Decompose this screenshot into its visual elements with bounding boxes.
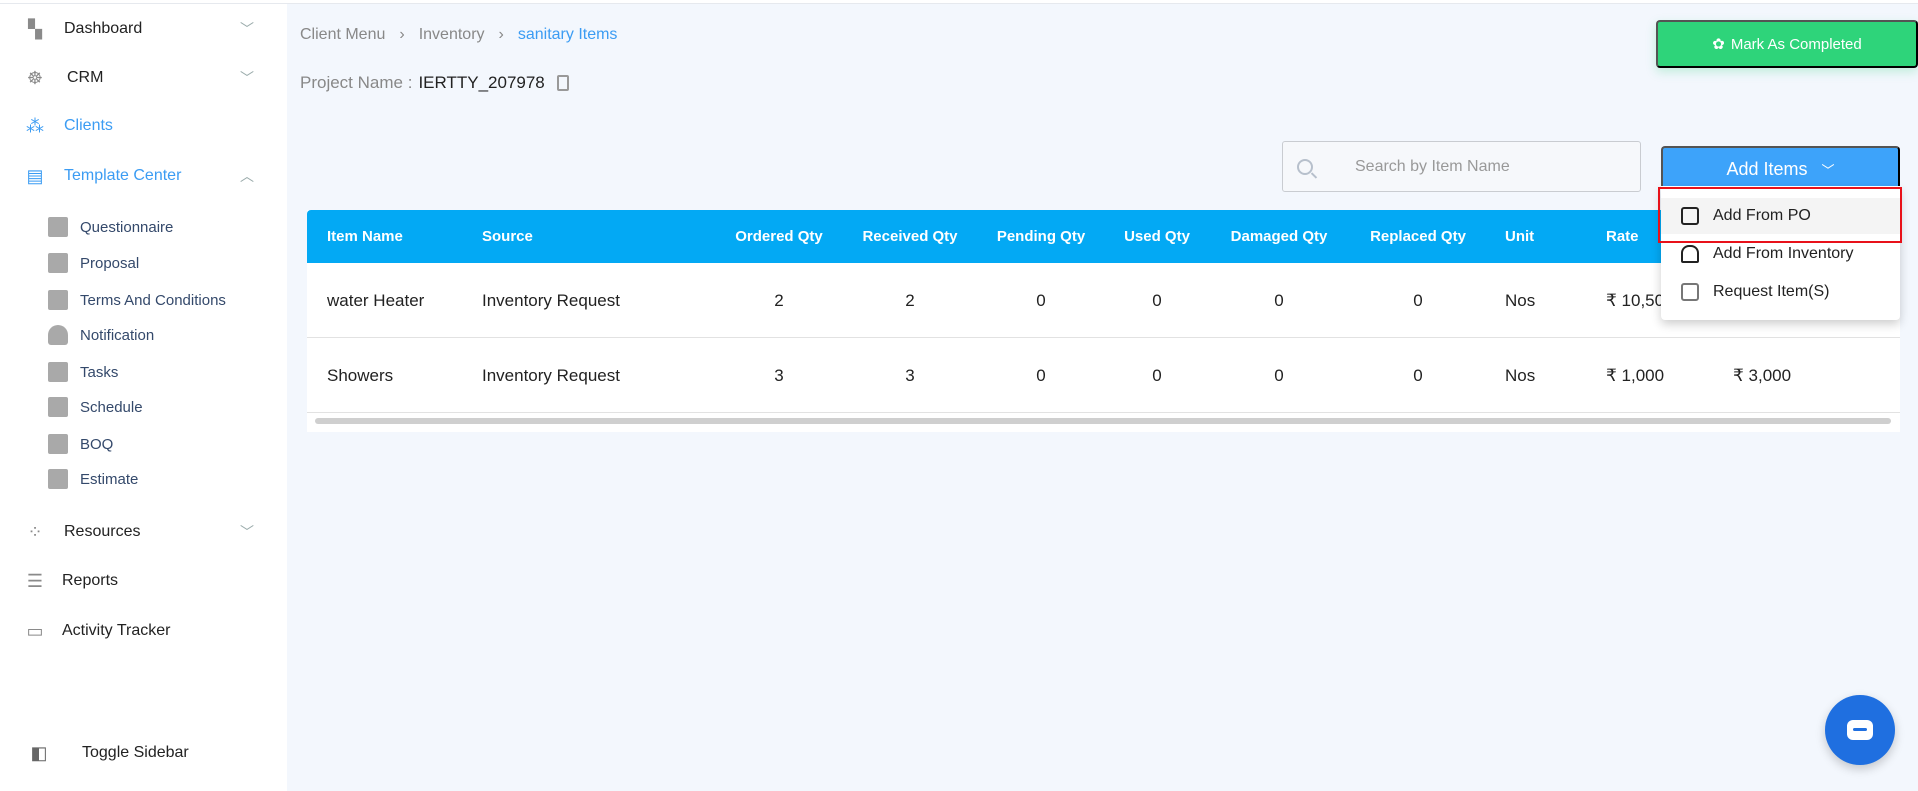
col-source: Source — [482, 228, 533, 245]
col-ordered-qty: Ordered Qty — [735, 228, 823, 245]
resources-icon: ⁘ — [27, 521, 43, 542]
chat-button[interactable] — [1825, 695, 1895, 765]
sidebar-item-clients[interactable]: ⁂ Clients — [0, 108, 287, 144]
col-rate: Rate — [1606, 228, 1639, 245]
col-item-name: Item Name — [327, 228, 403, 245]
horizontal-scrollbar[interactable] — [315, 418, 1891, 424]
col-replaced-qty: Replaced Qty — [1370, 228, 1466, 245]
breadcrumb: Client Menu › Inventory › sanitary Items — [300, 26, 617, 44]
dashboard-icon: ▚ — [28, 18, 42, 39]
sidebar-item-crm[interactable]: ☸ CRM ﹀ — [0, 60, 287, 96]
handshake-icon: ☸ — [26, 67, 44, 88]
sidebar-subitem-tasks[interactable]: Tasks — [48, 357, 118, 387]
menu-item-request-items[interactable]: Request Item(S) — [1661, 274, 1900, 310]
chevron-down-icon: ﹀ — [240, 70, 254, 86]
search-box — [1282, 141, 1641, 192]
chevron-up-icon: ︿ — [240, 168, 254, 184]
copy-icon[interactable] — [556, 75, 569, 91]
breadcrumb-current: sanitary Items — [517, 26, 618, 43]
mark-as-completed-button[interactable]: ✿ Mark As Completed — [1656, 20, 1918, 68]
col-unit: Unit — [1505, 228, 1535, 245]
chevron-right-icon: › — [399, 26, 405, 43]
sidebar: ▚ Dashboard ﹀ ☸ CRM ﹀ ⁂ Clients ▤ Template Cen… — [0, 4, 287, 791]
sidebar-item-reports[interactable]: ☰ Reports — [0, 563, 287, 599]
clients-icon: ⁂ — [26, 115, 44, 136]
breadcrumb-client-menu[interactable]: Client Menu — [300, 26, 385, 44]
sidebar-item-template-center[interactable]: ▤ Template Center ︿ — [0, 158, 287, 194]
top-border — [0, 0, 1918, 4]
checklist-icon — [48, 362, 68, 382]
estimate-icon — [48, 469, 68, 489]
sidebar-item-dashboard[interactable]: ▚ Dashboard ﹀ — [0, 11, 287, 47]
chevron-down-icon: ﹀ — [240, 21, 254, 37]
request-document-icon — [1681, 283, 1699, 301]
badge-check-icon: ✿ — [1712, 36, 1725, 53]
document-icon — [48, 290, 68, 310]
chat-icon — [1847, 720, 1873, 740]
sidebar-subitem-proposal[interactable]: Proposal — [48, 248, 139, 278]
breadcrumb-inventory[interactable]: Inventory — [419, 26, 485, 44]
sidebar-subitem-questionnaire[interactable]: Questionnaire — [48, 212, 173, 242]
chevron-right-icon: › — [498, 26, 504, 43]
gantt-icon — [48, 397, 68, 417]
monitor-pulse-icon: ▭ — [26, 620, 44, 641]
table-row[interactable]: Showers Inventory Request 3 3 0 0 0 0 No… — [307, 338, 1900, 413]
sidebar-subitem-boq[interactable]: BOQ — [48, 429, 113, 459]
sidebar-subitem-schedule[interactable]: Schedule — [48, 392, 143, 422]
layout-icon: ◧ — [30, 742, 48, 763]
reports-icon: ☰ — [26, 570, 44, 591]
highlight-box — [1658, 187, 1902, 243]
col-pending-qty: Pending Qty — [996, 228, 1086, 245]
col-used-qty: Used Qty — [1124, 228, 1190, 245]
chevron-down-icon: ﹀ — [240, 524, 254, 540]
sidebar-item-resources[interactable]: ⁘ Resources ﹀ — [0, 514, 287, 550]
search-icon — [1297, 158, 1313, 175]
sidebar-item-activity-tracker[interactable]: ▭ Activity Tracker — [0, 613, 287, 649]
user-bell-icon — [48, 325, 68, 345]
proposal-icon — [48, 253, 68, 273]
search-input[interactable] — [1355, 157, 1615, 176]
col-damaged-qty: Damaged Qty — [1230, 228, 1328, 245]
boq-icon — [48, 434, 68, 454]
sidebar-subitem-estimate[interactable]: Estimate — [48, 464, 138, 494]
sidebar-subitem-terms[interactable]: Terms And Conditions — [48, 285, 226, 315]
sidebar-subitem-notification[interactable]: Notification — [48, 320, 154, 350]
project-name: Project Name : IERTTY_207978 — [300, 73, 569, 93]
chevron-down-icon: ﹀ — [1821, 162, 1835, 178]
template-icon: ▤ — [26, 165, 44, 186]
warehouse-icon — [1681, 245, 1699, 263]
clipboard-icon — [48, 217, 68, 237]
toggle-sidebar-button[interactable]: ◧ Toggle Sidebar — [0, 735, 287, 771]
col-received-qty: Received Qty — [862, 228, 958, 245]
